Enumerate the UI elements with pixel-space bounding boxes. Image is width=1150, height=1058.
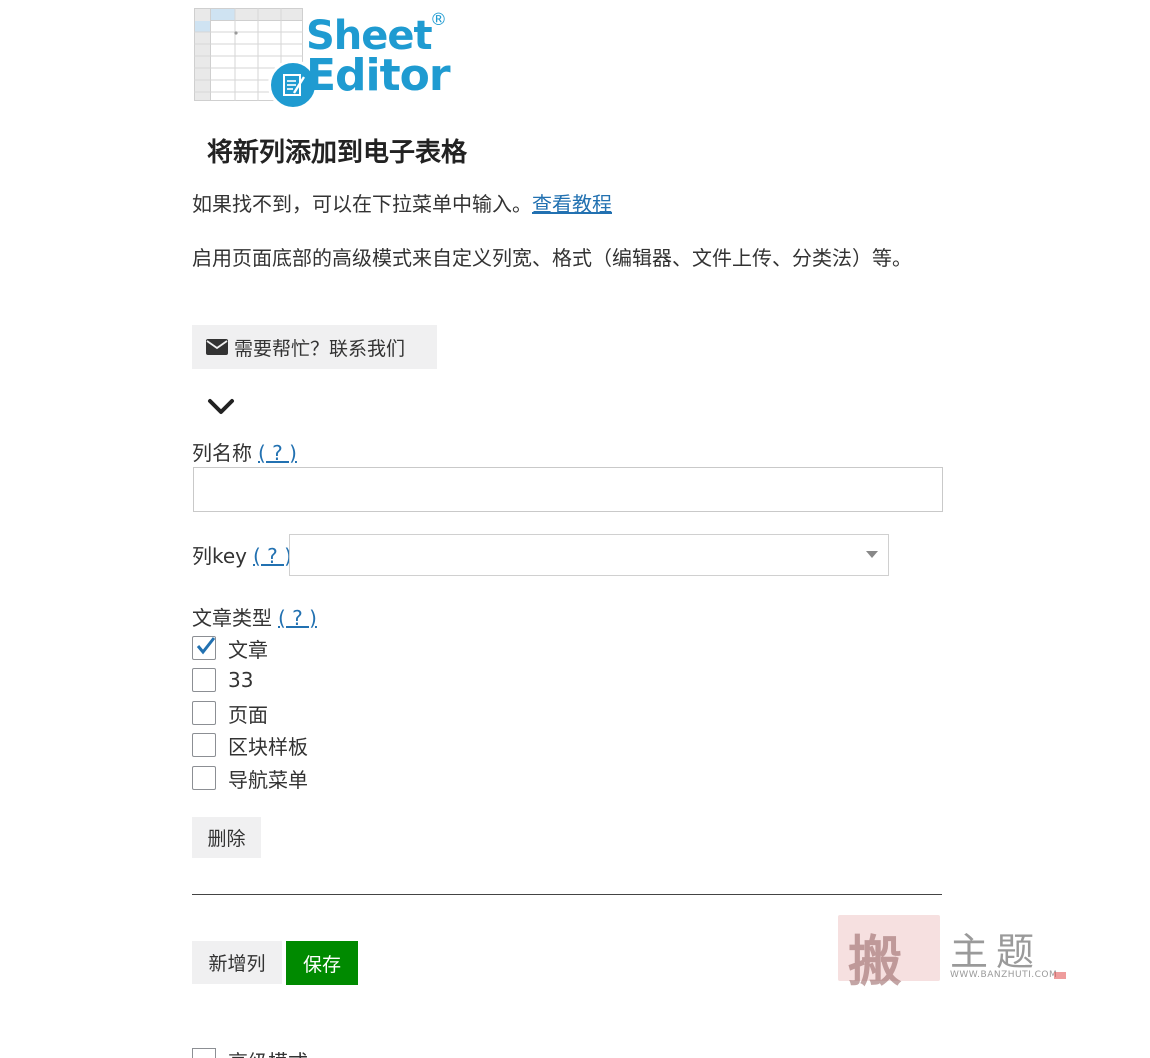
chevron-down-icon[interactable] bbox=[207, 396, 235, 418]
logo-registered-mark: ® bbox=[430, 10, 447, 30]
watermark: 搬 主题 WWW.BANZHUTI.COM bbox=[838, 915, 1068, 993]
save-button[interactable]: 保存 bbox=[286, 941, 358, 985]
post-type-checkbox-nav-menu[interactable] bbox=[192, 766, 216, 790]
post-type-label-page: 页面 bbox=[228, 702, 268, 727]
column-key-select[interactable] bbox=[289, 534, 889, 576]
post-type-option-nav-menu[interactable]: 导航菜单 bbox=[192, 764, 308, 792]
post-type-option-post[interactable]: 文章 bbox=[192, 634, 268, 662]
help-contact-button[interactable]: 需要帮忙？联系我们 bbox=[192, 325, 437, 369]
add-column-button[interactable]: 新增列 bbox=[192, 941, 282, 984]
tutorial-link[interactable]: 查看教程 bbox=[532, 192, 612, 216]
intro-text: 如果找不到，可以在下拉菜单中输入。查看教程 bbox=[192, 189, 952, 219]
advanced-mode-checkbox[interactable] bbox=[192, 1048, 216, 1058]
post-type-label-post: 文章 bbox=[228, 637, 268, 662]
sheet-editor-logo: Sheet ® Editor bbox=[194, 8, 464, 110]
post-type-label-block-pattern: 区块样板 bbox=[228, 734, 308, 759]
post-types-help-link[interactable]: ( ? ) bbox=[278, 606, 317, 630]
page: Sheet ® Editor 将新列添加到电子表格 如果找不到，可以在下拉菜单中… bbox=[0, 0, 1150, 1058]
page-title: 将新列添加到电子表格 bbox=[207, 138, 468, 168]
watermark-seal: 搬 bbox=[838, 915, 940, 993]
post-type-checkbox-page[interactable] bbox=[192, 701, 216, 725]
logo-text-editor: Editor bbox=[306, 50, 451, 101]
watermark-text: 主题 bbox=[950, 930, 1043, 974]
delete-button[interactable]: 删除 bbox=[192, 817, 261, 858]
intro-message: 如果找不到，可以在下拉菜单中输入。 bbox=[192, 192, 532, 216]
column-name-label: 列名称( ? ) bbox=[192, 439, 297, 467]
watermark-seal-char: 搬 bbox=[848, 929, 902, 993]
column-name-help-link[interactable]: ( ? ) bbox=[258, 441, 297, 465]
checkmark-icon bbox=[196, 637, 216, 655]
help-contact-label: 需要帮忙？联系我们 bbox=[234, 337, 406, 360]
envelope-icon bbox=[206, 339, 228, 355]
post-type-option-33[interactable]: 33 bbox=[192, 666, 253, 694]
watermark-url: WWW.BANZHUTI.COM bbox=[950, 970, 1058, 980]
post-type-checkbox-block-pattern[interactable] bbox=[192, 733, 216, 757]
column-key-label-text: 列key bbox=[192, 544, 248, 568]
post-type-checkbox-post[interactable] bbox=[192, 636, 216, 660]
post-types-label: 文章类型( ? ) bbox=[192, 604, 317, 632]
column-key-help-link[interactable]: ( ? ) bbox=[253, 544, 292, 568]
watermark-accent bbox=[1054, 972, 1066, 979]
column-key-label: 列key( ? ) bbox=[192, 542, 292, 570]
post-types-label-text: 文章类型 bbox=[192, 606, 272, 630]
advanced-mode-label: 高级模式 bbox=[228, 1046, 308, 1058]
column-name-label-text: 列名称 bbox=[192, 441, 252, 465]
advanced-mode-hint: 启用页面底部的高级模式来自定义列宽、格式（编辑器、文件上传、分类法）等。 bbox=[192, 246, 912, 270]
section-divider bbox=[192, 894, 942, 895]
post-type-option-block-pattern[interactable]: 区块样板 bbox=[192, 731, 308, 759]
dropdown-arrow-icon bbox=[866, 551, 878, 558]
post-type-label-33: 33 bbox=[228, 668, 254, 692]
column-name-input[interactable] bbox=[193, 467, 943, 512]
post-type-option-page[interactable]: 页面 bbox=[192, 699, 268, 727]
post-type-checkbox-33[interactable] bbox=[192, 668, 216, 692]
post-type-label-nav-menu: 导航菜单 bbox=[228, 767, 308, 792]
